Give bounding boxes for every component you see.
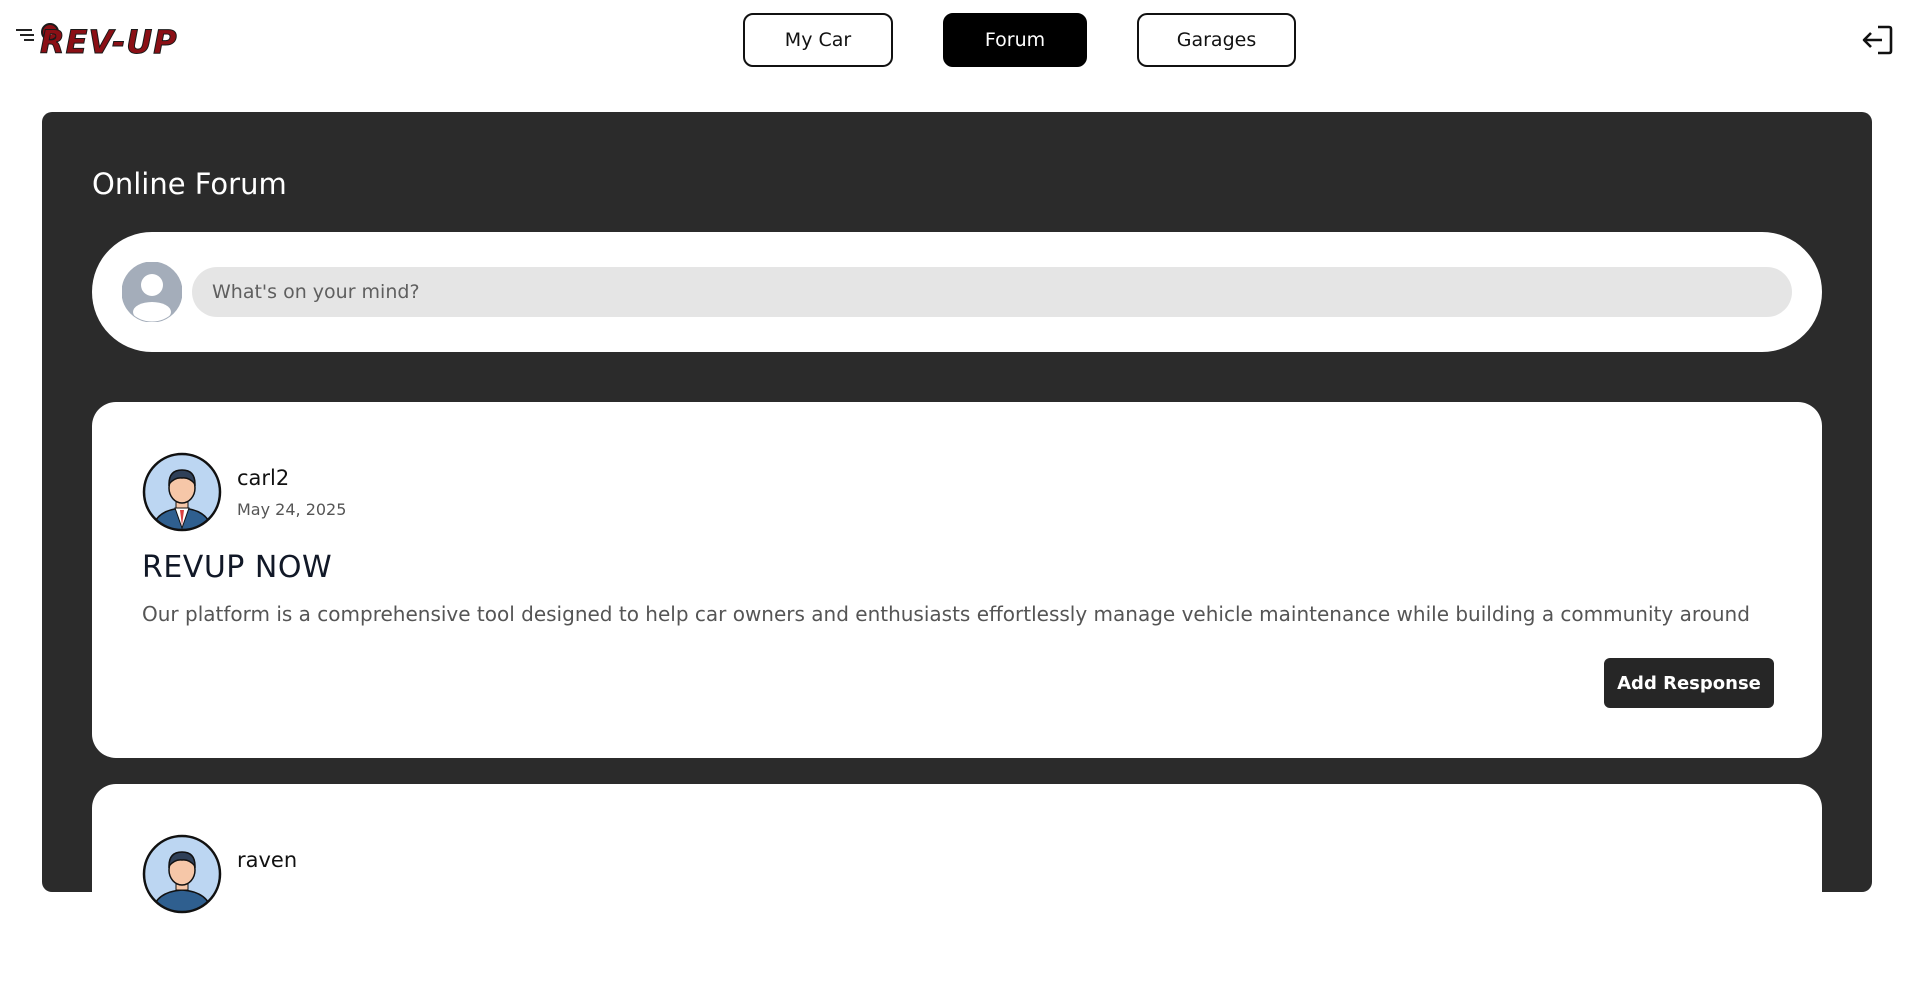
rev-up-logo[interactable]: REV-UP	[16, 20, 182, 64]
nav-my-car-button[interactable]: My Car	[743, 13, 893, 67]
post-body: Our platform is a comprehensive tool des…	[142, 602, 1750, 626]
post-date: May 24, 2025	[237, 500, 347, 519]
post-input[interactable]	[192, 267, 1792, 317]
post-composer	[92, 232, 1822, 352]
nav-garages-button[interactable]: Garages	[1137, 13, 1296, 67]
main-nav: My Car Forum Garages	[743, 13, 1296, 67]
page-title: Online Forum	[92, 167, 287, 201]
forum-post: carl2 May 24, 2025 REVUP NOW Our platfor…	[92, 402, 1822, 758]
forum-panel: Online Forum carl2 May 24, 2025	[42, 112, 1872, 984]
post-title: REVUP NOW	[142, 550, 333, 585]
forum-post: raven	[92, 784, 1822, 984]
add-response-button[interactable]: Add Response	[1604, 658, 1774, 708]
logo-text: REV-UP	[40, 23, 178, 62]
post-username[interactable]: carl2	[237, 466, 289, 490]
nav-forum-button[interactable]: Forum	[943, 13, 1087, 67]
logout-icon[interactable]	[1860, 23, 1894, 57]
user-avatar	[142, 452, 222, 532]
top-header: REV-UP My Car Forum Garages	[0, 0, 1916, 82]
default-avatar-icon	[122, 262, 182, 322]
user-avatar	[142, 834, 222, 914]
post-username[interactable]: raven	[237, 848, 297, 872]
